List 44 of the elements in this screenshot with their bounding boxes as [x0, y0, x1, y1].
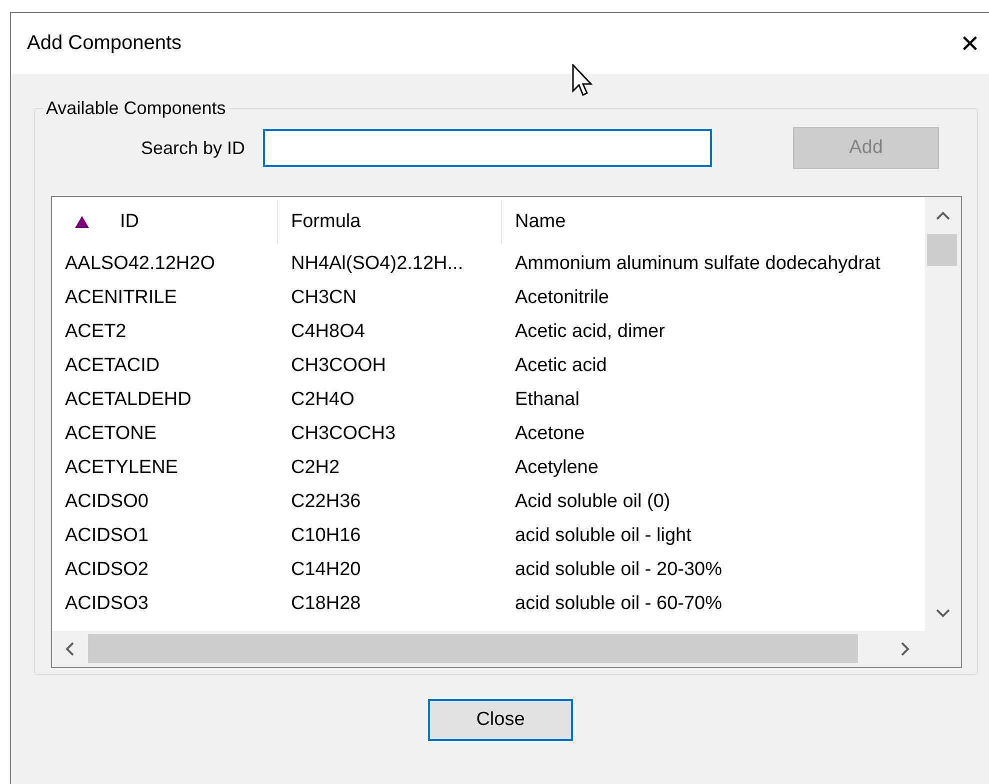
table-cell-text: C22H36	[290, 491, 362, 513]
table-cell-text: C2H4O	[290, 389, 356, 411]
table-cell-text: C2H2	[290, 457, 341, 479]
table-cell-text: acid soluble oil - 20-30%	[514, 559, 724, 581]
close-window-button[interactable]: ✕	[956, 30, 984, 58]
table-cell-text: C14H20	[290, 559, 362, 581]
table-cell-text: ACETACID	[64, 355, 161, 377]
horizontal-scrollbar[interactable]	[52, 631, 961, 667]
table-cell-text: C4H8O4	[290, 321, 366, 343]
table-cell-text: acid soluble oil - light	[514, 525, 692, 547]
table-cell-text: NH4Al(SO4)2.12H...	[290, 253, 464, 275]
table-cell-text: ACETYLENE	[64, 457, 179, 479]
window-title: Add Components	[27, 32, 182, 55]
table-cell-text: ACIDSO3	[64, 593, 150, 615]
table-cell-text: Acetone	[514, 423, 586, 445]
table-cell-text: Ethanal	[514, 389, 580, 411]
table-cell-text: Acid soluble oil (0)	[514, 491, 672, 513]
close-button[interactable]: Close	[428, 699, 573, 741]
table-cell-text: Acetic acid, dimer	[514, 321, 666, 343]
scrollbar-thumb[interactable]	[927, 234, 957, 266]
table-cell-text: Acetic acid	[514, 355, 608, 377]
table-cell-text: Acetylene	[514, 457, 600, 479]
table-cell-text: CH3COCH3	[290, 423, 397, 445]
table-cell-text: ACETONE	[64, 423, 158, 445]
table-cell-text: CH3COOH	[290, 355, 388, 377]
search-field[interactable]	[263, 129, 712, 167]
table-cell-text: ACIDSO1	[64, 525, 150, 547]
scrollbar-thumb[interactable]	[88, 634, 858, 663]
table-cell-text: Acetonitrile	[514, 287, 610, 309]
table-cell-text: ACETALDEHD	[64, 389, 192, 411]
table-cell-text: C10H16	[290, 525, 362, 547]
table-cell-text: CH3CN	[290, 287, 358, 309]
table-cell-text: ACET2	[64, 321, 128, 343]
table-cell-text: ACIDSO0	[64, 491, 150, 513]
table-cell-text: ACENITRILE	[64, 287, 178, 309]
table-cell-text: acid soluble oil - 60-70%	[514, 593, 724, 615]
table-cell-text: C18H28	[290, 593, 362, 615]
table-cell-text: ACIDSO2	[64, 559, 150, 581]
vertical-scrollbar[interactable]	[925, 197, 961, 631]
group-title: Available Components	[45, 98, 227, 119]
search-label: Search by ID	[140, 138, 246, 158]
column-label: ID	[119, 211, 139, 233]
table-cell-text: AALSO42.12H2O	[64, 253, 216, 275]
table-cell-text: Ammonium aluminum sulfate dodecahydrat	[514, 253, 882, 275]
